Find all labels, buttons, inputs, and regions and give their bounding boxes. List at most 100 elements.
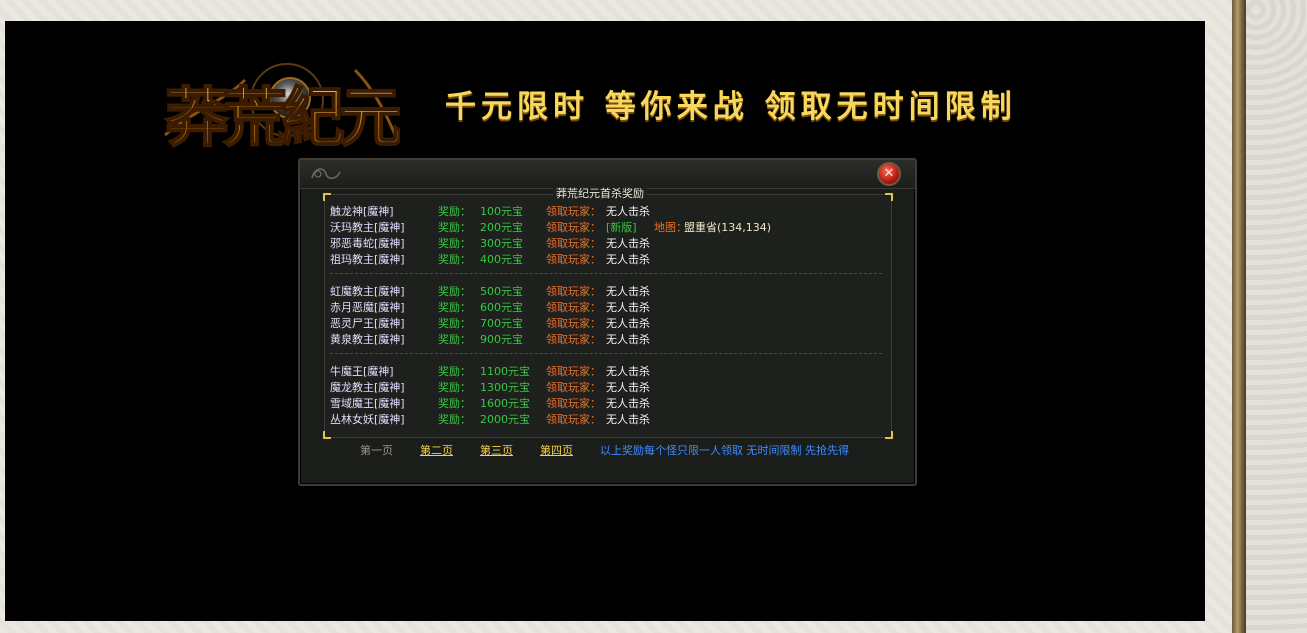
reward-list-panel: 莽荒纪元首杀奖励 触龙神[魔神] 奖励： 100元宝 领取玩家： 无人击杀 沃玛…: [323, 186, 893, 439]
table-row: 恶灵尸王[魔神] 奖励： 700元宝 领取玩家： 无人击杀: [330, 316, 878, 332]
reward-value: 1300元宝: [480, 381, 530, 394]
corner-ornament: [885, 431, 893, 439]
map-label: 地图：: [654, 221, 687, 234]
boss-name: 黄泉教主[魔神]: [330, 333, 405, 346]
reward-label: 奖励：: [438, 285, 471, 298]
reward-label: 奖励：: [438, 333, 471, 346]
reward-value: 1600元宝: [480, 397, 530, 410]
corner-ornament: [323, 193, 331, 201]
reward-value: 400元宝: [480, 253, 523, 266]
boss-name: 雪域魔王[魔神]: [330, 397, 405, 410]
table-row: 牛魔王[魔神] 奖励： 1100元宝 领取玩家： 无人击杀: [330, 364, 878, 380]
right-pattern-panel: [1246, 0, 1307, 633]
claimer-value: 无人击杀: [606, 301, 650, 314]
group-divider: [330, 353, 882, 354]
reward-label: 奖励：: [438, 397, 471, 410]
claimer-value: 无人击杀: [606, 333, 650, 346]
claimer-label: 领取玩家：: [546, 397, 601, 410]
dialog-header: ✕: [300, 160, 915, 189]
reward-label: 奖励：: [438, 413, 471, 426]
page-2-link[interactable]: 第二页: [420, 442, 453, 460]
boss-name: 恶灵尸王[魔神]: [330, 317, 405, 330]
close-icon: ✕: [883, 166, 895, 181]
group-divider: [330, 273, 882, 274]
reward-value: 700元宝: [480, 317, 523, 330]
map-location: 盟重省(134,134): [684, 221, 772, 234]
claimer-value: 无人击杀: [606, 237, 650, 250]
boss-name: 祖玛教主[魔神]: [330, 253, 405, 266]
claimer-value: 无人击杀: [606, 413, 650, 426]
claimer-label: 领取玩家：: [546, 381, 601, 394]
reward-label: 奖励：: [438, 365, 471, 378]
claimer-label: 领取玩家：: [546, 237, 601, 250]
table-row: 雪域魔王[魔神] 奖励： 1600元宝 领取玩家： 无人击杀: [330, 396, 878, 412]
corner-ornament: [323, 431, 331, 439]
table-row: 虹魔教主[魔神] 奖励： 500元宝 领取玩家： 无人击杀: [330, 284, 878, 300]
reward-label: 奖励：: [438, 253, 471, 266]
table-row: 沃玛教主[魔神] 奖励： 200元宝 领取玩家： [新版] 地图： 盟重省(13…: [330, 220, 878, 236]
reward-value: 900元宝: [480, 333, 523, 346]
claimer-value: 无人击杀: [606, 285, 650, 298]
page-1-current: 第一页: [360, 444, 393, 457]
table-row: 触龙神[魔神] 奖励： 100元宝 领取玩家： 无人击杀: [330, 204, 878, 220]
claimer-label: 领取玩家：: [546, 285, 601, 298]
reward-value: 600元宝: [480, 301, 523, 314]
reward-value: 100元宝: [480, 205, 523, 218]
claimer-label: 领取玩家：: [546, 365, 601, 378]
reward-value: 300元宝: [480, 237, 523, 250]
claimer-label: 领取玩家：: [546, 253, 601, 266]
boss-name: 魔龙教主[魔神]: [330, 381, 405, 394]
claimer-value: 无人击杀: [606, 253, 650, 266]
claimer-label: 领取玩家：: [546, 221, 601, 234]
reward-label: 奖励：: [438, 381, 471, 394]
corner-ornament: [885, 193, 893, 201]
game-logo: 莽荒紀元: [155, 40, 409, 168]
claimer-value: 无人击杀: [606, 397, 650, 410]
reward-label: 奖励：: [438, 301, 471, 314]
boss-name: 沃玛教主[魔神]: [330, 221, 405, 234]
table-row: 魔龙教主[魔神] 奖励： 1300元宝 领取玩家： 无人击杀: [330, 380, 878, 396]
table-row: 黄泉教主[魔神] 奖励： 900元宝 领取玩家： 无人击杀: [330, 332, 878, 348]
claimer-value: 无人击杀: [606, 205, 650, 218]
claimer-label: 领取玩家：: [546, 205, 601, 218]
dialog-title: 莽荒纪元首杀奖励: [553, 186, 647, 202]
boss-name: 牛魔王[魔神]: [330, 365, 394, 378]
claimer-value: 无人击杀: [606, 381, 650, 394]
reward-label: 奖励：: [438, 317, 471, 330]
reward-label: 奖励：: [438, 221, 471, 234]
table-row: 赤月恶魔[魔神] 奖励： 600元宝 领取玩家： 无人击杀: [330, 300, 878, 316]
table-row: 丛林女妖[魔神] 奖励： 2000元宝 领取玩家： 无人击杀: [330, 412, 878, 428]
right-border-strip: [1232, 0, 1246, 633]
boss-name: 虹魔教主[魔神]: [330, 285, 405, 298]
claimer-value: 无人击杀: [606, 365, 650, 378]
boss-name: 邪恶毒蛇[魔神]: [330, 237, 405, 250]
reward-label: 奖励：: [438, 237, 471, 250]
claimer-label: 领取玩家：: [546, 333, 601, 346]
table-row: 邪恶毒蛇[魔神] 奖励： 300元宝 领取玩家： 无人击杀: [330, 236, 878, 252]
table-row: 祖玛教主[魔神] 奖励： 400元宝 领取玩家： 无人击杀: [330, 252, 878, 268]
claimer-label: 领取玩家：: [546, 301, 601, 314]
claimer-label: 领取玩家：: [546, 413, 601, 426]
slogan-banner: 千元限时 等你来战 领取无时间限制: [445, 89, 1017, 125]
header-ornament-icon: [308, 162, 344, 186]
svg-text:莽荒紀元: 莽荒紀元: [165, 81, 400, 156]
claimer-value: [新版]: [606, 221, 637, 234]
boss-name: 赤月恶魔[魔神]: [330, 301, 405, 314]
first-kill-reward-dialog: ✕ 莽荒纪元首杀奖励 触龙神[魔神] 奖励： 100元宝 领取玩家： 无人击杀 …: [298, 158, 917, 486]
pagination: 第一页 第二页 第三页 第四页 以上奖励每个怪只限一人领取 无时间限制 先抢先得: [300, 442, 915, 460]
claimer-value: 无人击杀: [606, 317, 650, 330]
boss-name: 触龙神[魔神]: [330, 205, 394, 218]
claimer-label: 领取玩家：: [546, 317, 601, 330]
reward-value: 500元宝: [480, 285, 523, 298]
reward-value: 2000元宝: [480, 413, 530, 426]
close-button[interactable]: ✕: [877, 162, 901, 186]
boss-group-3: 牛魔王[魔神] 奖励： 1100元宝 领取玩家： 无人击杀 魔龙教主[魔神] 奖…: [330, 364, 878, 428]
reward-notice: 以上奖励每个怪只限一人领取 无时间限制 先抢先得: [600, 444, 849, 457]
boss-group-1: 触龙神[魔神] 奖励： 100元宝 领取玩家： 无人击杀 沃玛教主[魔神] 奖励…: [330, 204, 878, 268]
page-4-link[interactable]: 第四页: [540, 442, 573, 460]
boss-name: 丛林女妖[魔神]: [330, 413, 405, 426]
reward-label: 奖励：: [438, 205, 471, 218]
page-3-link[interactable]: 第三页: [480, 442, 513, 460]
reward-value: 1100元宝: [480, 365, 530, 378]
reward-value: 200元宝: [480, 221, 523, 234]
